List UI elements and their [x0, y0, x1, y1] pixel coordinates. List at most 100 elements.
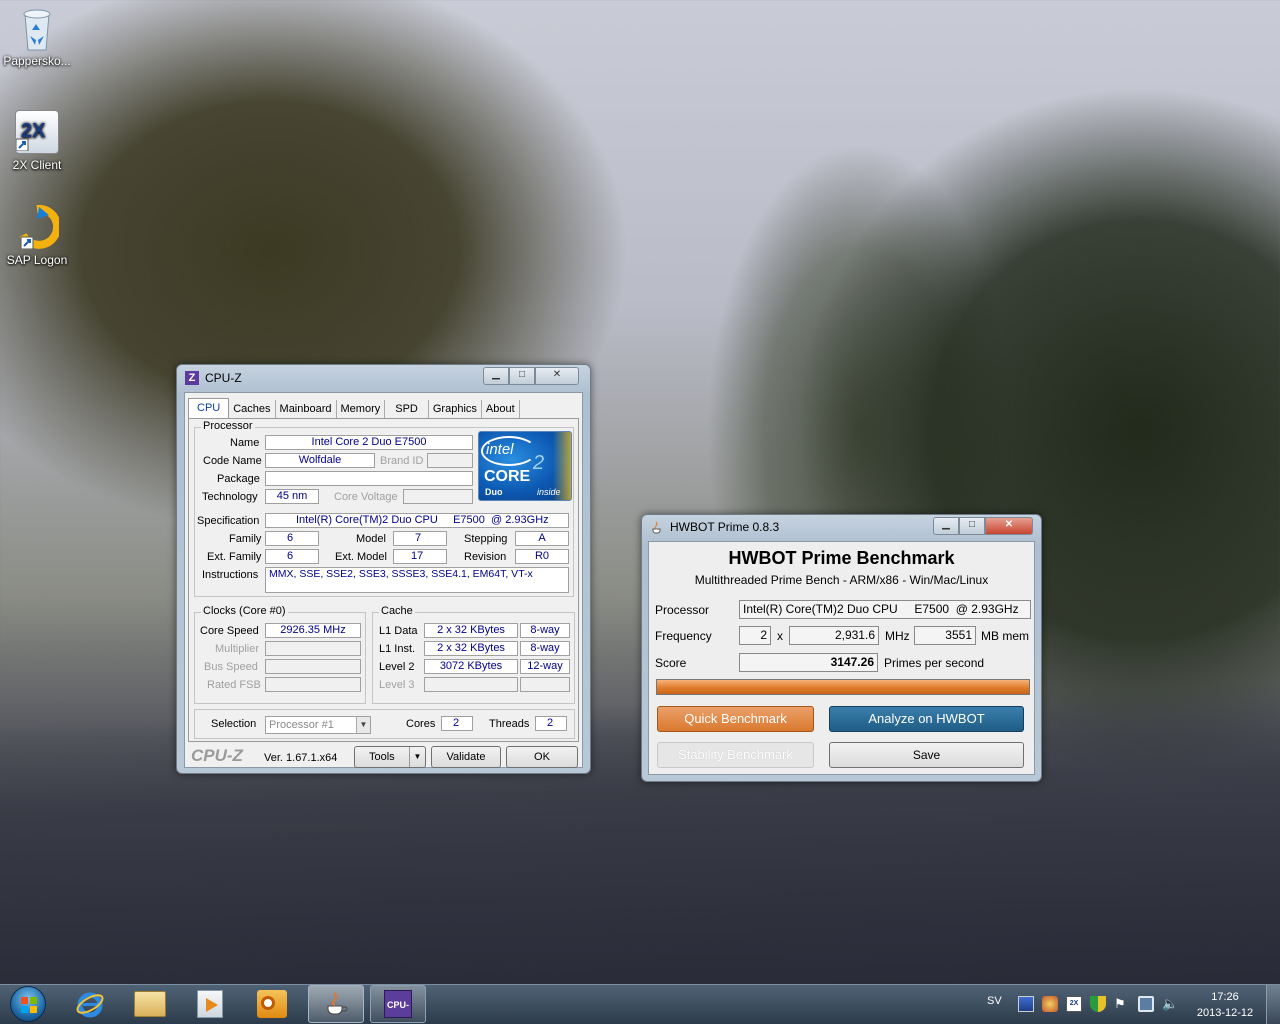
- tab-caches[interactable]: Caches: [229, 400, 276, 418]
- show-desktop-button[interactable]: [1266, 985, 1280, 1024]
- tray-flag-icon[interactable]: ⚑: [1114, 996, 1130, 1012]
- internet-explorer-icon: [75, 989, 105, 1019]
- busspeed-label: Bus Speed: [204, 661, 258, 673]
- cpuz-tabs: CPU Caches Mainboard Memory SPD Graphics…: [188, 398, 520, 418]
- taskbar-windows-explorer[interactable]: [122, 985, 178, 1023]
- desktop-icon-recycle-bin[interactable]: Pappersko...: [0, 6, 74, 68]
- tab-graphics[interactable]: Graphics: [429, 400, 482, 418]
- threads-label: Threads: [489, 718, 530, 730]
- hwbot-titlebar[interactable]: HWBOT Prime 0.8.3 ▁ □ ✕: [642, 515, 1041, 540]
- taskbar-media-player[interactable]: [182, 985, 238, 1023]
- tab-mainboard[interactable]: Mainboard: [276, 400, 337, 418]
- taskbar-cpu-z[interactable]: CPU-Z: [370, 985, 426, 1023]
- ok-button[interactable]: OK: [506, 746, 578, 768]
- processor-group-title: Processor: [201, 420, 255, 432]
- save-button[interactable]: Save: [829, 742, 1024, 768]
- close-button[interactable]: ✕: [535, 367, 579, 385]
- selection-label: Selection: [211, 718, 257, 730]
- core-logo-text: CORE: [484, 468, 531, 485]
- l1data-field: 2 x 32 KBytes: [424, 623, 518, 638]
- corevoltage-field: [403, 489, 473, 504]
- model-label: Model: [356, 533, 386, 545]
- tray-2x-icon[interactable]: 2X: [1066, 996, 1082, 1012]
- processor-select[interactable]: Processor #1 ▼: [265, 716, 371, 734]
- clock[interactable]: 17:26 2013-12-12: [1190, 989, 1260, 1021]
- tab-cpu[interactable]: CPU: [188, 398, 230, 418]
- frequency-label: Frequency: [655, 629, 712, 643]
- cpuz-brand: CPU-Z: [191, 746, 243, 765]
- processor-field: Intel(R) Core(TM)2 Duo CPU E7500 @ 2.93G…: [739, 600, 1031, 619]
- tab-memory[interactable]: Memory: [337, 400, 386, 418]
- score-field: 3147.26: [739, 653, 878, 672]
- l1inst-way-field: 8-way: [520, 641, 570, 656]
- intel-logo-text: intel: [486, 441, 514, 458]
- maximize-button[interactable]: □: [959, 517, 985, 535]
- cpuz-version: Ver. 1.67.1.x64: [264, 752, 338, 764]
- tab-spd[interactable]: SPD: [385, 400, 429, 418]
- taskbar-outlook[interactable]: [244, 985, 300, 1023]
- 2x-client-icon: 2X: [15, 110, 59, 154]
- busspeed-field: [265, 659, 361, 674]
- desktop-icon-2x-client[interactable]: 2X 2X Client: [0, 110, 74, 172]
- outlook-icon: [257, 990, 287, 1018]
- tray-tools-icon[interactable]: [1042, 996, 1058, 1012]
- taskbar-java[interactable]: [308, 985, 364, 1023]
- logo-two: 2: [533, 452, 545, 474]
- l1inst-field: 2 x 32 KBytes: [424, 641, 518, 656]
- instructions-label: Instructions: [202, 569, 259, 581]
- tray-security-icon[interactable]: [1090, 996, 1106, 1012]
- tools-dropdown-icon[interactable]: ▼: [409, 747, 425, 767]
- cores-field: 2: [739, 626, 771, 645]
- times-label: x: [777, 629, 783, 643]
- benchmark-progress-bar: [656, 679, 1030, 695]
- language-indicator[interactable]: SV: [987, 995, 1002, 1007]
- tray-shield-icon[interactable]: [1018, 996, 1034, 1012]
- instructions-field: MMX, SSE, SSE2, SSE3, SSSE3, SSE4.1, EM6…: [265, 567, 569, 593]
- family-field: 6: [265, 531, 319, 546]
- spec-field: Intel(R) Core(TM)2 Duo CPU E7500 @ 2.93G…: [265, 513, 569, 528]
- start-button[interactable]: [0, 985, 56, 1023]
- desktop-icon-label: 2X Client: [12, 158, 62, 172]
- technology-label: Technology: [202, 491, 258, 503]
- l1inst-label: L1 Inst.: [379, 643, 416, 655]
- cores-label: Cores: [406, 718, 436, 730]
- score-label: Score: [655, 656, 687, 670]
- tools-button[interactable]: Tools ▼: [354, 746, 426, 768]
- quick-benchmark-button[interactable]: Quick Benchmark: [657, 706, 814, 732]
- desktop-icon-label: SAP Logon: [6, 253, 68, 267]
- cores-field: 2: [441, 716, 473, 731]
- analyze-on-hwbot-button[interactable]: Analyze on HWBOT: [829, 706, 1024, 732]
- cpuz-titlebar[interactable]: Z CPU-Z ▁ □ ✕: [177, 365, 590, 391]
- processor-label: Processor: [655, 603, 710, 617]
- mem-label: MB mem: [981, 629, 1029, 643]
- clock-date: 2013-12-12: [1196, 1007, 1254, 1019]
- validate-button[interactable]: Validate: [431, 746, 501, 768]
- desktop-icon-sap-logon[interactable]: SAP Logon: [0, 204, 74, 267]
- codename-label: Code Name: [203, 455, 262, 467]
- media-player-icon: [197, 990, 223, 1018]
- cpuz-taskbar-label: CPU-Z: [387, 1000, 409, 1010]
- cpuz-taskbar-icon: CPU-Z: [384, 990, 412, 1018]
- name-label: Name: [230, 437, 260, 449]
- mem-field: 3551: [914, 626, 976, 645]
- score-unit-label: Primes per second: [884, 656, 985, 670]
- minimize-button[interactable]: ▁: [483, 367, 509, 385]
- name-field: Intel Core 2 Duo E7500: [265, 435, 473, 450]
- tab-panel: Processor Name Intel Core 2 Duo E7500 Co…: [188, 418, 579, 742]
- hwbot-heading: HWBOT Prime Benchmark: [728, 548, 955, 568]
- stability-benchmark-button[interactable]: Stability Benchmark: [657, 742, 814, 768]
- tray-volume-icon[interactable]: 🔈: [1162, 996, 1178, 1012]
- taskbar-internet-explorer[interactable]: [62, 985, 118, 1023]
- maximize-button[interactable]: □: [509, 367, 535, 385]
- brandid-field: [427, 453, 473, 468]
- level3-way-field: [520, 677, 570, 692]
- close-button[interactable]: ✕: [985, 517, 1033, 535]
- technology-field: 45 nm: [265, 489, 319, 504]
- tab-about[interactable]: About: [482, 400, 520, 418]
- extfamily-field: 6: [265, 549, 319, 564]
- minimize-button[interactable]: ▁: [933, 517, 959, 535]
- multiplier-field: [265, 641, 361, 656]
- tray-network-icon[interactable]: [1138, 996, 1154, 1012]
- folder-icon: [134, 991, 166, 1017]
- corevoltage-label: Core Voltage: [334, 491, 398, 503]
